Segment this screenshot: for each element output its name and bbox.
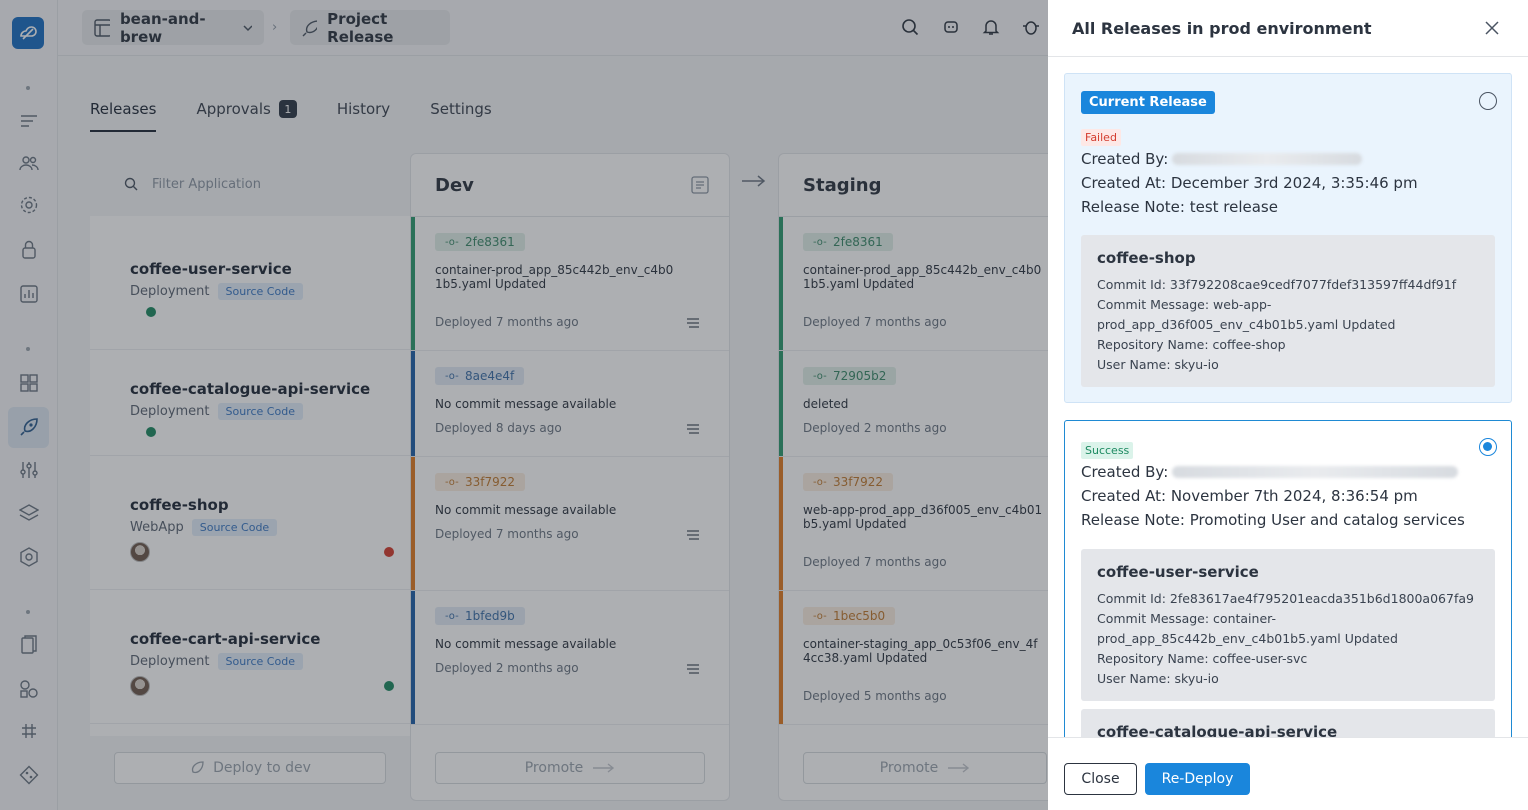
user-name: User Name: skyu-io bbox=[1097, 671, 1219, 686]
redacted-email bbox=[1172, 466, 1459, 478]
created-at: Created At: December 3rd 2024, 3:35:46 p… bbox=[1081, 174, 1418, 192]
created-by: Created By: bbox=[1081, 150, 1363, 168]
created-at: Created At: November 7th 2024, 8:36:54 p… bbox=[1081, 487, 1418, 505]
redacted-email bbox=[1172, 153, 1363, 165]
releases-drawer: All Releases in prod environment Current… bbox=[1048, 0, 1528, 810]
releases-list[interactable]: Current Release Failed Created By: Creat… bbox=[1048, 57, 1528, 737]
status-badge: Success bbox=[1081, 442, 1134, 459]
release-app-box: coffee-catalogue-api-service bbox=[1081, 709, 1495, 737]
status-badge: Failed bbox=[1081, 129, 1121, 146]
created-by-label: Created By: bbox=[1081, 150, 1169, 168]
release-app-name: coffee-shop bbox=[1097, 249, 1196, 267]
release-note: Release Note: test release bbox=[1081, 198, 1278, 216]
modal-backdrop[interactable] bbox=[0, 0, 1048, 810]
created-by: Created By: bbox=[1081, 463, 1459, 481]
commit-message: Commit Message: container-prod_app_85c44… bbox=[1097, 611, 1398, 646]
drawer-title: All Releases in prod environment bbox=[1072, 19, 1372, 38]
close-icon[interactable] bbox=[1484, 20, 1500, 36]
release-card-selected[interactable]: Success Created By: Created At: November… bbox=[1064, 420, 1512, 737]
release-app-name: coffee-catalogue-api-service bbox=[1097, 723, 1338, 737]
release-app-name: coffee-user-service bbox=[1097, 563, 1259, 581]
release-card-current[interactable]: Current Release Failed Created By: Creat… bbox=[1064, 73, 1512, 403]
redeploy-button[interactable]: Re-Deploy bbox=[1145, 763, 1250, 795]
release-radio[interactable] bbox=[1479, 92, 1497, 110]
commit-id: Commit Id: 33f792208cae9cedf7077fdef3135… bbox=[1097, 277, 1457, 292]
drawer-header: All Releases in prod environment bbox=[1048, 0, 1528, 57]
release-app-box: coffee-shop Commit Id: 33f792208cae9cedf… bbox=[1081, 235, 1495, 387]
user-name: User Name: skyu-io bbox=[1097, 357, 1219, 372]
created-by-label: Created By: bbox=[1081, 463, 1169, 481]
repository-name: Repository Name: coffee-shop bbox=[1097, 337, 1286, 352]
app-root: bean-and-brew › Project Release Releases… bbox=[0, 0, 1528, 810]
commit-message: Commit Message: web-app-prod_app_d36f005… bbox=[1097, 297, 1396, 332]
close-button[interactable]: Close bbox=[1064, 763, 1137, 795]
commit-id: Commit Id: 2fe83617ae4f795201eacda351b6d… bbox=[1097, 591, 1474, 606]
repository-name: Repository Name: coffee-user-svc bbox=[1097, 651, 1308, 666]
current-release-badge: Current Release bbox=[1081, 91, 1215, 114]
release-radio-selected[interactable] bbox=[1479, 438, 1497, 456]
release-note: Release Note: Promoting User and catalog… bbox=[1081, 511, 1465, 529]
release-app-box: coffee-user-service Commit Id: 2fe83617a… bbox=[1081, 549, 1495, 701]
drawer-footer: Close Re-Deploy bbox=[1048, 737, 1528, 810]
